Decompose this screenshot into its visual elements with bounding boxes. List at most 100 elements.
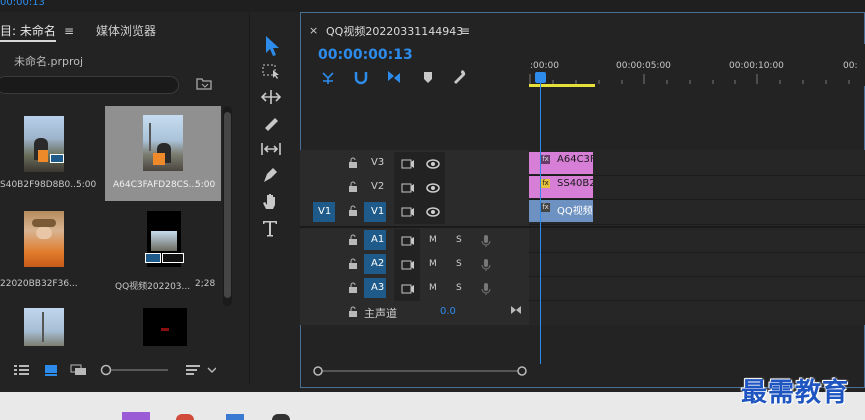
work-area-bar[interactable]	[529, 84, 595, 87]
lock-icon[interactable]	[348, 234, 358, 246]
zoom-slider[interactable]	[100, 362, 170, 378]
sync-lock-icon[interactable]	[401, 235, 415, 247]
project-item-selected[interactable]: A64C3FAFD28CS... 5:00	[105, 106, 221, 199]
wrench-icon[interactable]	[452, 68, 468, 84]
ruler-label: 00:00:05:00	[616, 61, 671, 71]
taskbar-app-icon[interactable]	[226, 414, 244, 420]
sync-lock-icon[interactable]	[401, 259, 415, 271]
project-item[interactable]: 22020BB32F36...	[0, 205, 100, 298]
linked-selection-icon[interactable]	[386, 69, 402, 85]
close-icon[interactable]: ×	[309, 24, 318, 37]
taskbar-app-icon[interactable]	[272, 414, 290, 420]
clip-thumbnail	[24, 308, 64, 346]
item-duration: 5:00	[76, 180, 97, 190]
master-volume-value[interactable]: 0.0	[440, 306, 456, 317]
clip-thumbnail	[24, 211, 64, 267]
hand-tool-icon[interactable]	[260, 192, 282, 210]
type-tool-icon[interactable]	[260, 218, 282, 238]
track-select-tool-icon[interactable]	[260, 62, 282, 80]
go-to-end-icon[interactable]	[510, 304, 522, 316]
lock-icon[interactable]	[348, 205, 358, 217]
track-name: A1	[371, 234, 385, 245]
lock-icon[interactable]	[348, 157, 358, 169]
new-bin-icon[interactable]	[196, 76, 212, 90]
solo-button[interactable]: S	[456, 235, 462, 245]
sync-lock-icon[interactable]	[401, 283, 415, 295]
pen-tool-icon[interactable]	[260, 166, 282, 184]
track-row-v2: V2	[300, 176, 529, 200]
fx-badge: fx	[541, 203, 550, 212]
sync-lock-icon[interactable]	[401, 206, 415, 218]
clip-ss40b2[interactable]: fx SS40B2	[529, 176, 593, 198]
microphone-icon[interactable]	[481, 258, 491, 272]
mute-button[interactable]: M	[429, 235, 437, 245]
track-row-master: 主声道 0.0	[300, 301, 529, 325]
eye-icon[interactable]	[426, 158, 440, 170]
watermark: 最需教育	[741, 378, 850, 408]
project-item[interactable]	[105, 303, 221, 347]
playhead-timecode[interactable]: 00:00:00:13	[318, 47, 413, 63]
playhead-handle[interactable]	[535, 72, 546, 83]
source-timecode: 00:00:13	[0, 0, 45, 8]
microphone-icon[interactable]	[481, 234, 491, 248]
tab-media-browser[interactable]: 媒体浏览器	[96, 22, 156, 39]
ruler-ticks	[529, 74, 850, 84]
clip-a64c3f[interactable]: fx A64C3F	[529, 152, 593, 174]
add-marker-icon[interactable]	[421, 69, 435, 85]
item-name: QQ视频202203...	[115, 282, 191, 292]
fx-badge: fx	[541, 179, 550, 188]
track-row-v1: V1 V1	[300, 200, 529, 224]
razor-tool-icon[interactable]	[260, 114, 282, 132]
track-name: V1	[371, 206, 385, 217]
lock-icon[interactable]	[348, 282, 358, 294]
eye-icon[interactable]	[426, 182, 440, 194]
sequence-menu[interactable]: ≡	[460, 24, 470, 38]
sort-icon[interactable]	[186, 364, 216, 376]
playhead-line[interactable]	[540, 72, 541, 364]
item-name: 22020BB32F36...	[0, 279, 78, 289]
track-row-v3: V3	[300, 152, 529, 176]
insert-nest-icon[interactable]	[320, 69, 336, 85]
ripple-edit-tool-icon[interactable]	[260, 88, 282, 106]
selection-tool-icon[interactable]	[260, 33, 282, 57]
solo-button[interactable]: S	[456, 259, 462, 269]
snap-icon[interactable]	[353, 69, 369, 85]
microphone-icon[interactable]	[481, 282, 491, 296]
slip-tool-icon[interactable]	[260, 140, 282, 158]
mute-button[interactable]: M	[429, 283, 437, 293]
track-divider	[529, 300, 865, 301]
lock-icon[interactable]	[348, 306, 358, 318]
mute-button[interactable]: M	[429, 259, 437, 269]
clip-label: SS40B2	[557, 178, 593, 189]
master-track-name: 主声道	[364, 307, 397, 320]
track-name: A2	[371, 258, 385, 269]
clip-thumbnail	[24, 116, 64, 172]
fx-badge: fx	[541, 155, 550, 164]
list-view-icon[interactable]	[14, 364, 30, 376]
lock-icon[interactable]	[348, 181, 358, 193]
project-item[interactable]	[0, 303, 100, 347]
sync-lock-icon[interactable]	[401, 182, 415, 194]
clip-qq-video[interactable]: fx QQ视频	[529, 200, 593, 222]
tab-project[interactable]: 目: 未命名	[0, 22, 56, 39]
search-input[interactable]	[0, 76, 179, 94]
solo-button[interactable]: S	[456, 283, 462, 293]
project-item[interactable]: S40B2F98D8B0... 5:00	[0, 106, 100, 199]
track-name: V3	[371, 157, 385, 168]
project-scrollbar-thumb[interactable]	[224, 112, 231, 298]
project-item[interactable]: QQ视频202203... 2;28	[105, 205, 221, 298]
lock-icon[interactable]	[348, 258, 358, 270]
freeform-view-icon[interactable]	[70, 364, 88, 376]
icon-view-icon[interactable]	[44, 364, 58, 376]
sequence-tab[interactable]: QQ视频20220331144943	[326, 23, 463, 39]
timeline-zoom-scrollbar[interactable]	[312, 364, 528, 378]
eye-icon[interactable]	[426, 206, 440, 218]
panel-divider	[249, 12, 250, 384]
item-name: A64C3FAFD28CS...	[113, 180, 198, 190]
project-panel-menu[interactable]: ≡	[64, 24, 74, 38]
taskbar-app-icon[interactable]	[122, 412, 150, 420]
sync-lock-icon[interactable]	[401, 158, 415, 170]
top-bar	[0, 0, 865, 12]
taskbar-app-icon[interactable]	[176, 414, 194, 420]
video-badge-icon	[145, 253, 161, 263]
